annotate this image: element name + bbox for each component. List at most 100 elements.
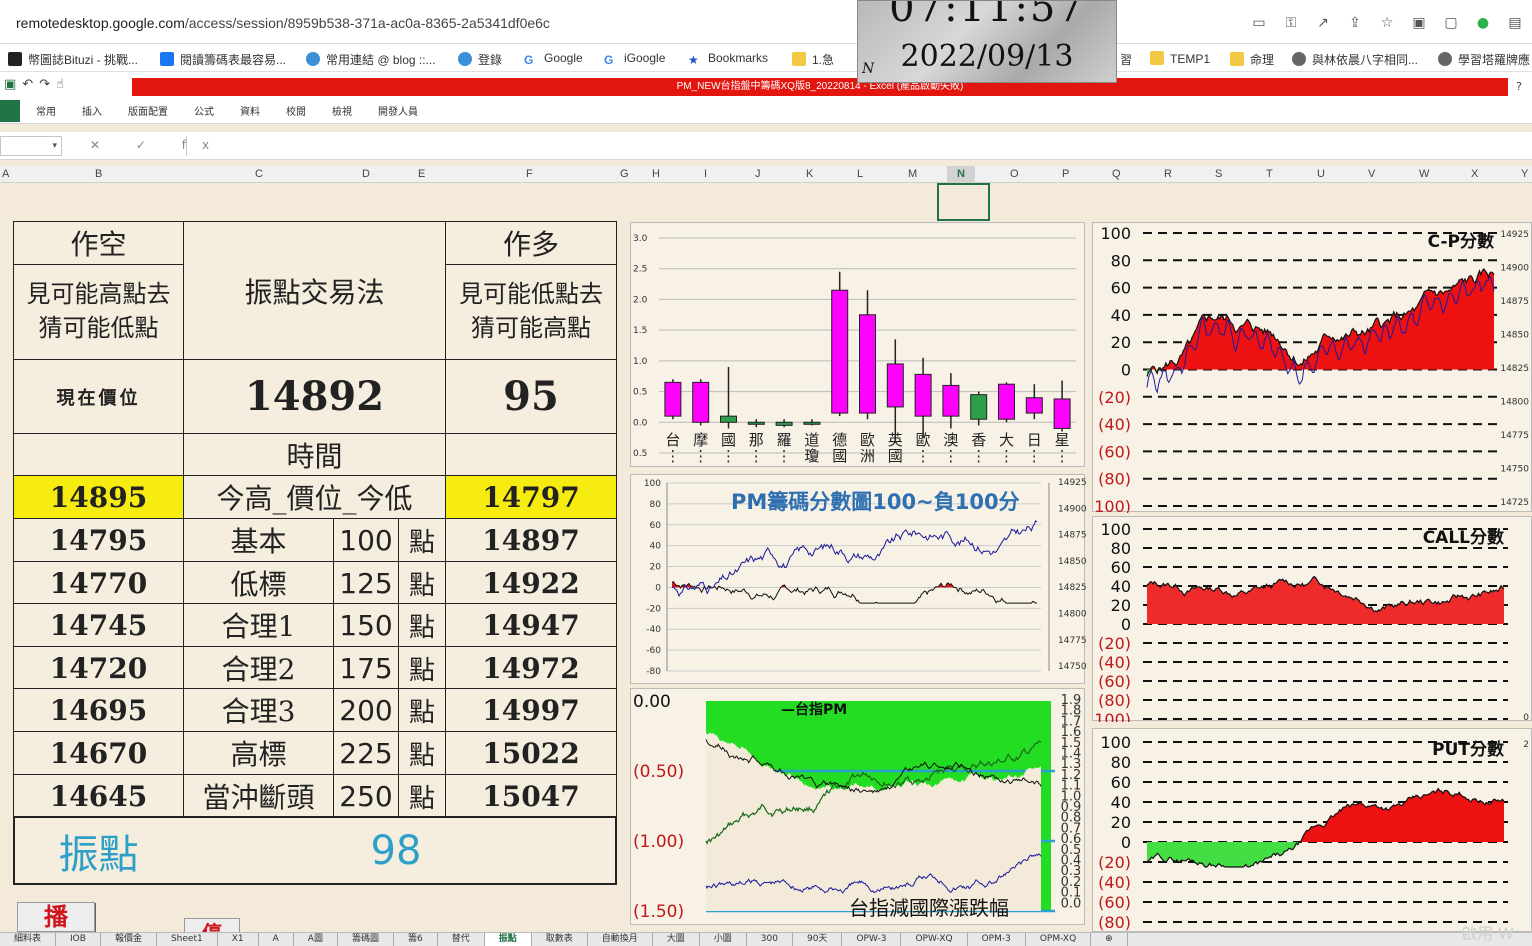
extension-icon[interactable]: ●	[1474, 14, 1492, 32]
candle-body	[859, 314, 876, 414]
bookmark-item[interactable]: 幣圖誌Bituzi - 挑戰...	[8, 51, 138, 68]
redo-icon[interactable]: ↷	[39, 77, 50, 92]
help-icon[interactable]: ?	[1516, 80, 1522, 93]
bookmark-folder[interactable]: TEMP1	[1150, 51, 1210, 66]
sheet-tab[interactable]: 90天	[793, 933, 843, 946]
chat-icon[interactable]: ▢	[1442, 14, 1460, 32]
sheet-tab[interactable]: IOB	[56, 933, 101, 946]
sheet-tab[interactable]: 籌碼圖	[338, 933, 394, 946]
sheet-tab[interactable]: OPW-3	[842, 933, 902, 946]
tab-formulas[interactable]: 公式	[194, 103, 214, 118]
save-icon[interactable]: ▣	[4, 77, 16, 92]
level-name: 合理2	[183, 646, 334, 690]
sheet-tab[interactable]: 小圖	[700, 933, 747, 946]
sheet-tab[interactable]: 替代	[438, 933, 485, 946]
bookmark-item[interactable]: 常用連結 @ blog ::...	[306, 51, 436, 68]
candle-body	[803, 421, 821, 425]
y-tick-label: 20	[1111, 813, 1131, 832]
tab-view[interactable]: 檢視	[332, 103, 352, 118]
column-header[interactable]: K	[806, 168, 813, 180]
y-tick-label: -80	[646, 667, 661, 677]
column-header[interactable]: V	[1368, 168, 1375, 180]
star-icon[interactable]: ☆	[1378, 14, 1396, 32]
sheet-tab[interactable]: OPW-XQ	[901, 933, 968, 946]
bookmark-item[interactable]: 登錄	[458, 51, 502, 68]
tab-insert[interactable]: 插入	[82, 103, 102, 118]
bookmark-item[interactable]: 習	[1120, 51, 1132, 68]
column-header[interactable]: G	[620, 168, 629, 180]
bookmark-item[interactable]: 學習塔羅牌應	[1438, 51, 1530, 68]
sheet-tab[interactable]: 取數表	[532, 933, 588, 946]
url-field[interactable]: remotedesktop.google.com/access/session/…	[16, 15, 550, 31]
sheet-tab[interactable]: 報價金	[101, 933, 157, 946]
sheet-tab[interactable]: 大圖	[653, 933, 700, 946]
sheet-tab[interactable]: 細料表	[0, 933, 57, 946]
bookmark-item[interactable]: G Google	[524, 51, 583, 67]
column-header[interactable]: W	[1419, 168, 1429, 180]
sheet-tab[interactable]: Sheet1	[157, 933, 218, 946]
level-name: 合理1	[183, 603, 334, 647]
key-icon[interactable]: ⚿	[1282, 14, 1300, 32]
tab-review[interactable]: 校閱	[286, 103, 306, 118]
tab-data[interactable]: 資料	[240, 103, 260, 118]
column-header[interactable]: B	[95, 168, 102, 180]
screen-icon[interactable]: ▣	[1410, 14, 1428, 32]
sheet-tab[interactable]: 300	[747, 933, 793, 946]
column-header[interactable]: Y	[1521, 168, 1528, 180]
tab-developer[interactable]: 開發人員	[378, 103, 418, 118]
column-header[interactable]: D	[362, 168, 370, 180]
column-header[interactable]: O	[1010, 168, 1019, 180]
column-header[interactable]: P	[1062, 168, 1069, 180]
remote-desktop-icon[interactable]: ▤	[1506, 14, 1524, 32]
sheet-tab[interactable]: 籌6	[394, 933, 438, 946]
formula-input[interactable]	[186, 136, 1532, 156]
bookmark-folder[interactable]: 命理	[1230, 51, 1274, 68]
sheet-tab[interactable]: A圖	[294, 933, 338, 946]
candlestick-svg: 3.02.52.01.51.00.50.00.5台⋮摩⋮國⋮那⋮羅⋮道瓊德國歐洲…	[633, 234, 1076, 465]
column-header[interactable]: Q	[1112, 168, 1121, 180]
column-header[interactable]: I	[704, 168, 707, 180]
bookmark-item[interactable]: GiGoogle	[604, 51, 665, 67]
sheet-tab[interactable]: ⊕	[1091, 933, 1128, 946]
save-page-icon[interactable]: ▭	[1250, 14, 1268, 32]
column-header[interactable]: U	[1317, 168, 1325, 180]
column-header[interactable]: F	[526, 168, 533, 180]
open-external-icon[interactable]: ↗	[1314, 14, 1332, 32]
undo-icon[interactable]: ↶	[22, 77, 33, 92]
file-tab[interactable]	[0, 100, 20, 122]
touch-icon[interactable]: ☝	[56, 77, 64, 92]
sheet-tab[interactable]: X1	[218, 933, 259, 946]
column-header[interactable]: N	[947, 166, 975, 183]
column-header[interactable]: J	[755, 168, 761, 180]
y-tick-label: 20	[650, 563, 662, 573]
bookmark-folder[interactable]: 1.急	[792, 51, 834, 68]
column-header[interactable]: E	[418, 168, 425, 180]
sheet-tab[interactable]: A	[259, 933, 294, 946]
column-header[interactable]: L	[857, 168, 863, 180]
column-header[interactable]: T	[1266, 168, 1273, 180]
tab-layout[interactable]: 版面配置	[128, 103, 168, 118]
column-header[interactable]: S	[1215, 168, 1222, 180]
name-box[interactable]: ▾	[0, 136, 62, 156]
bookmark-item[interactable]: ★ Bookmarks	[688, 51, 768, 67]
column-header[interactable]: C	[255, 168, 263, 180]
candle-body	[831, 289, 849, 414]
play-button[interactable]: 播	[17, 902, 95, 932]
column-header[interactable]: H	[652, 168, 660, 180]
column-header[interactable]: M	[908, 168, 917, 180]
selected-cell[interactable]	[937, 183, 990, 221]
bookmark-item[interactable]: 與林依晨八字相同...	[1292, 51, 1418, 68]
sheet-tab[interactable]: OPM-XQ	[1026, 933, 1092, 946]
tab-home[interactable]: 常用	[36, 103, 56, 118]
sheet-tab[interactable]: 振點	[484, 933, 532, 946]
sheet-tab[interactable]: 自動換月	[588, 933, 653, 946]
sheet-tab[interactable]: OPM-3	[968, 933, 1026, 946]
column-header[interactable]: A	[2, 168, 9, 180]
column-header[interactable]: R	[1164, 168, 1172, 180]
y-tick-label: 100	[1100, 520, 1131, 539]
level-unit: 點	[398, 731, 446, 775]
column-header[interactable]: X	[1471, 168, 1478, 180]
swing-label: 振點	[58, 831, 139, 878]
share-icon[interactable]: ⇪	[1346, 14, 1364, 32]
bookmark-item[interactable]: 閱讀籌碼表最容易...	[160, 51, 286, 68]
